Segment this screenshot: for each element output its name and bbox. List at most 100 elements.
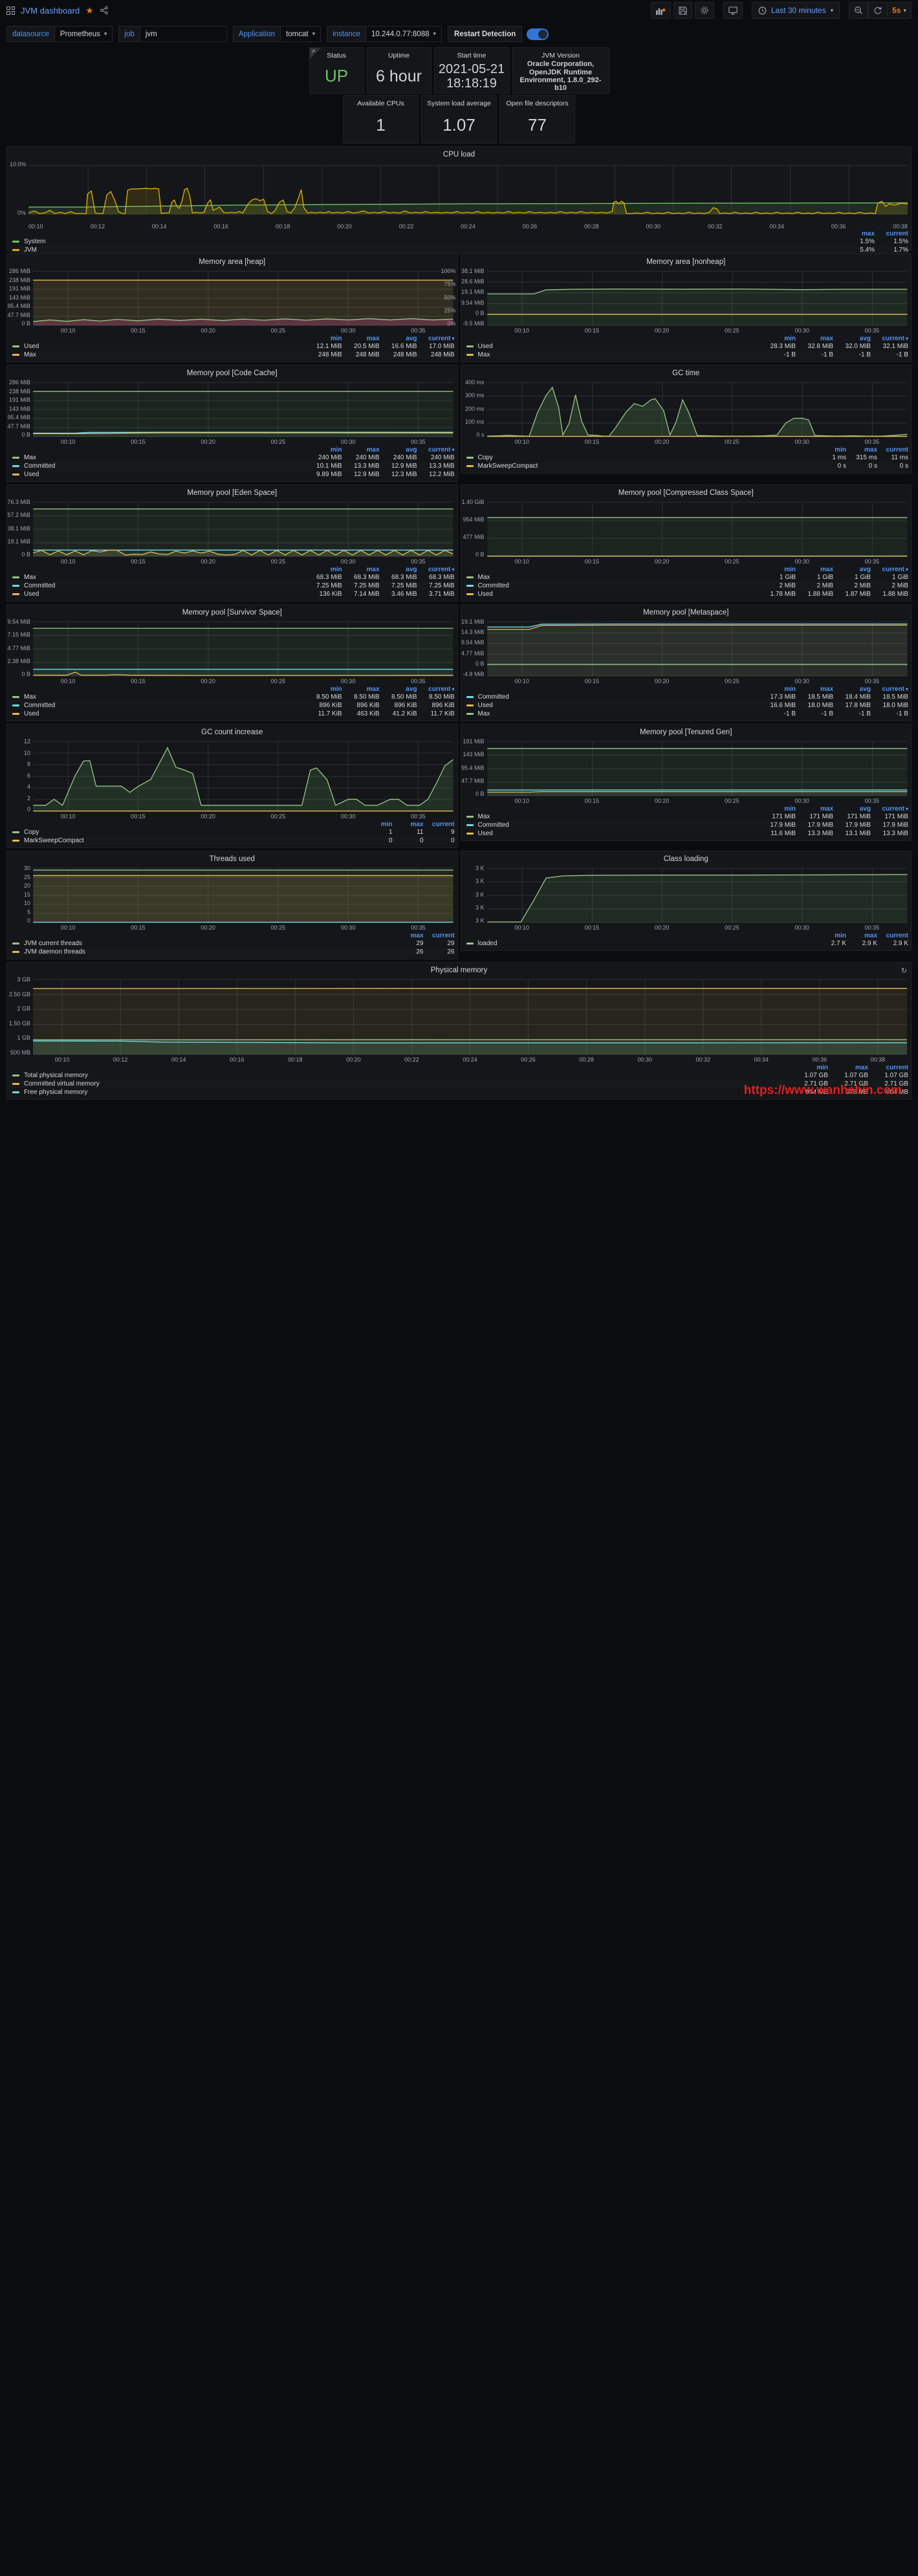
legend-row[interactable]: Max 68.3 MiB 68.3 MiB 68.3 MiB 68.3 MiB: [10, 573, 455, 582]
legend-col-current[interactable]: current: [875, 230, 908, 237]
legend-row[interactable]: Committed 896 KiB 896 KiB 896 KiB 896 KiB: [10, 701, 455, 710]
legend-col-min[interactable]: min: [758, 566, 796, 573]
panel-memory-pool-survivor-space[interactable]: Memory pool [Survivor Space] 0 B 2.38 MiB 4…: [6, 604, 458, 721]
legend-col-max[interactable]: max: [796, 805, 833, 813]
legend-col-min[interactable]: min: [305, 566, 342, 573]
legend-col-max[interactable]: max: [342, 566, 379, 573]
legend-row[interactable]: JVM current threads 29 29: [10, 939, 455, 948]
panel-gc-time[interactable]: GC time 0 s 100 ms 200 ms 300 ms 400 ms 00:10 0…: [460, 365, 912, 474]
legend-col-max[interactable]: max: [796, 686, 833, 693]
legend-col-avg[interactable]: avg: [380, 686, 417, 693]
stat-panel-open-file-descriptors[interactable]: Open file descriptors 77: [499, 95, 575, 144]
panel-memory-pool-compressed-class-space[interactable]: Memory pool [Compressed Class Space] 0 B 4…: [460, 485, 912, 602]
legend-col-avg[interactable]: avg: [380, 335, 417, 342]
tv-mode-icon[interactable]: [723, 2, 743, 19]
legend-row[interactable]: MarkSweepCompact 0 0 0: [10, 836, 455, 845]
legend-col-min[interactable]: min: [758, 805, 796, 813]
stat-panel-status[interactable]: ↗ Status UP: [309, 47, 364, 94]
legend-col-min[interactable]: min: [305, 446, 342, 453]
legend-col-avg[interactable]: avg: [833, 566, 871, 573]
legend-row[interactable]: Max 8.50 MiB 8.50 MiB 8.50 MiB 8.50 MiB: [10, 693, 455, 701]
variable-value-select[interactable]: 10.244.0.77:8088 ▾: [365, 26, 443, 42]
legend-col-min[interactable]: min: [758, 686, 796, 693]
legend-row[interactable]: Used 11.6 MiB 13.3 MiB 13.1 MiB 13.3 MiB: [464, 829, 908, 838]
legend-row[interactable]: Used 16.6 MiB 18.0 MiB 17.8 MiB 18.0 MiB: [463, 701, 908, 710]
refresh-interval-picker[interactable]: 5s ▾: [888, 2, 912, 19]
legend-row[interactable]: Used 136 KiB 7.14 MiB 3.46 MiB 3.71 MiB: [10, 590, 455, 598]
legend-row[interactable]: Max -1 B -1 B -1 B -1 B: [463, 351, 908, 359]
legend-col-max[interactable]: max: [342, 335, 379, 342]
legend-row[interactable]: Copy 1 11 9: [10, 828, 455, 836]
legend-row[interactable]: Used 1.78 MiB 1.88 MiB 1.87 MiB 1.88 MiB: [464, 590, 908, 598]
legend-col-avg[interactable]: avg: [380, 446, 417, 453]
page-title[interactable]: JVM dashboard: [21, 6, 80, 16]
legend-row[interactable]: MarkSweepCompact 0 s 0 s 0 s: [463, 462, 908, 470]
legend-col-current[interactable]: current ▾: [417, 566, 454, 573]
stat-panel-start-time[interactable]: Start time 2021-05-21 18:18:19: [433, 47, 510, 94]
legend-col-max[interactable]: max: [393, 821, 423, 828]
panel-memory-area-heap[interactable]: Memory area [heap] 0 B 47.7 MiB 95.4 MiB 143…: [6, 254, 458, 362]
panel-memory-pool-tenured-gen[interactable]: Memory pool [Tenured Gen] 0 B 47.7 MiB 95.4…: [460, 724, 912, 841]
legend-col-current[interactable]: current ▾: [871, 566, 908, 573]
legend-col-avg[interactable]: avg: [833, 686, 871, 693]
stat-panel-system-load-average[interactable]: System load average 1.07: [421, 95, 497, 144]
variable-value-input[interactable]: jvm: [139, 26, 227, 42]
star-icon[interactable]: ★: [85, 6, 94, 15]
legend-col-max[interactable]: max: [342, 686, 379, 693]
legend-col-current[interactable]: current ▾: [871, 805, 908, 813]
legend-col-current[interactable]: current: [868, 1064, 908, 1071]
legend-col-max[interactable]: max: [841, 230, 875, 237]
legend-row[interactable]: Committed 7.25 MiB 7.25 MiB 7.25 MiB 7.25 Mi…: [10, 582, 455, 590]
legend-row[interactable]: System 1.5% 1.5%: [10, 237, 908, 246]
panel-memory-area-nonheap[interactable]: Memory area [nonheap] -9.5 MiB 0 B 9.54 MiB…: [460, 254, 912, 362]
legend-col-current[interactable]: current ▾: [417, 335, 454, 342]
panel-refresh-icon[interactable]: ↻: [901, 966, 907, 975]
panel-memory-pool-metaspace[interactable]: Memory pool [Metaspace] -4.8 MiB 0 B 4.77 M…: [460, 604, 912, 721]
legend-row[interactable]: loaded 2.7 K 2.9 K 2.9 K: [464, 939, 908, 948]
legend-col-max[interactable]: max: [828, 1064, 868, 1071]
variable-value-select[interactable]: tomcat ▾: [280, 26, 322, 42]
add-panel-icon[interactable]: [650, 2, 671, 19]
restart-detection-toggle[interactable]: [527, 28, 549, 40]
legend-row[interactable]: Max 171 MiB 171 MiB 171 MiB 171 MiB: [464, 813, 908, 821]
panel-physical-memory[interactable]: Physical memory ↻ 500 MB 1 GB 1.50 GB 2 GB 2.5…: [6, 962, 912, 1100]
legend-col-current[interactable]: current ▾: [871, 686, 908, 693]
panel-threads-used[interactable]: Threads used 0 5 10 15 20 25 30 00:10 00:15 00:20 0…: [6, 851, 458, 959]
legend-col-current[interactable]: current: [877, 446, 908, 453]
legend-row[interactable]: Used 12.1 MiB 20.5 MiB 16.6 MiB 17.0 MiB: [10, 342, 455, 351]
refresh-icon[interactable]: [868, 2, 888, 19]
panel-memory-pool-eden-space[interactable]: Memory pool [Eden Space] 0 B 19.1 MiB 38.1 …: [6, 485, 458, 602]
legend-col-current[interactable]: current ▾: [417, 446, 454, 453]
legend-row[interactable]: Max -1 B -1 B -1 B -1 B: [464, 710, 908, 718]
legend-col-min[interactable]: min: [305, 686, 342, 693]
legend-col-max[interactable]: max: [846, 446, 877, 453]
legend-col-max[interactable]: max: [393, 932, 423, 939]
stat-panel-uptime[interactable]: Uptime 6 hour: [366, 47, 432, 94]
legend-col-min[interactable]: min: [758, 335, 796, 342]
legend-row[interactable]: Used 9.89 MiB 12.9 MiB 12.3 MiB 12.2 MiB: [10, 470, 455, 479]
stat-panel-available-cpus[interactable]: Available CPUs 1: [343, 95, 419, 144]
legend-row[interactable]: Committed 17.9 MiB 17.9 MiB 17.9 MiB 17.9 Mi…: [463, 821, 908, 829]
save-dashboard-icon[interactable]: [673, 2, 692, 19]
legend-row[interactable]: Used 28.3 MiB 32.8 MiB 32.0 MiB 32.1 MiB: [464, 342, 908, 351]
legend-col-min[interactable]: min: [305, 335, 342, 342]
legend-col-current[interactable]: current: [877, 932, 908, 939]
panel-gc-count-increase[interactable]: GC count increase 0 2 4 6 8 10 12 00:10 00:15 00:2…: [6, 724, 458, 848]
legend-col-max[interactable]: max: [846, 932, 877, 939]
legend-row[interactable]: Max 240 MiB 240 MiB 240 MiB 240 MiB: [10, 453, 455, 462]
legend-col-min[interactable]: min: [788, 1064, 828, 1071]
legend-col-current[interactable]: current: [424, 932, 454, 939]
legend-row[interactable]: Used 11.7 KiB 463 KiB 41.2 KiB 11.7 KiB: [10, 710, 455, 718]
time-range-picker[interactable]: Last 30 minutes ▾: [751, 2, 840, 19]
legend-col-current[interactable]: current ▾: [417, 686, 454, 693]
panel-class-loading[interactable]: Class loading 3 K3 K3 K3 K3 K 00:10 00:15 00…: [460, 851, 912, 951]
legend-col-current[interactable]: current ▾: [871, 335, 908, 342]
legend-col-min[interactable]: min: [815, 932, 846, 939]
legend-col-max[interactable]: max: [796, 335, 833, 342]
legend-row[interactable]: Committed 10.1 MiB 13.3 MiB 12.9 MiB 13.3 Mi…: [10, 462, 455, 470]
variable-value-select[interactable]: Prometheus ▾: [54, 26, 113, 42]
gear-icon[interactable]: [694, 2, 714, 19]
legend-col-avg[interactable]: avg: [380, 566, 417, 573]
legend-row[interactable]: Copy 1 ms 315 ms 11 ms: [464, 453, 908, 462]
legend-row[interactable]: JVM daemon threads 26 26: [10, 948, 455, 956]
